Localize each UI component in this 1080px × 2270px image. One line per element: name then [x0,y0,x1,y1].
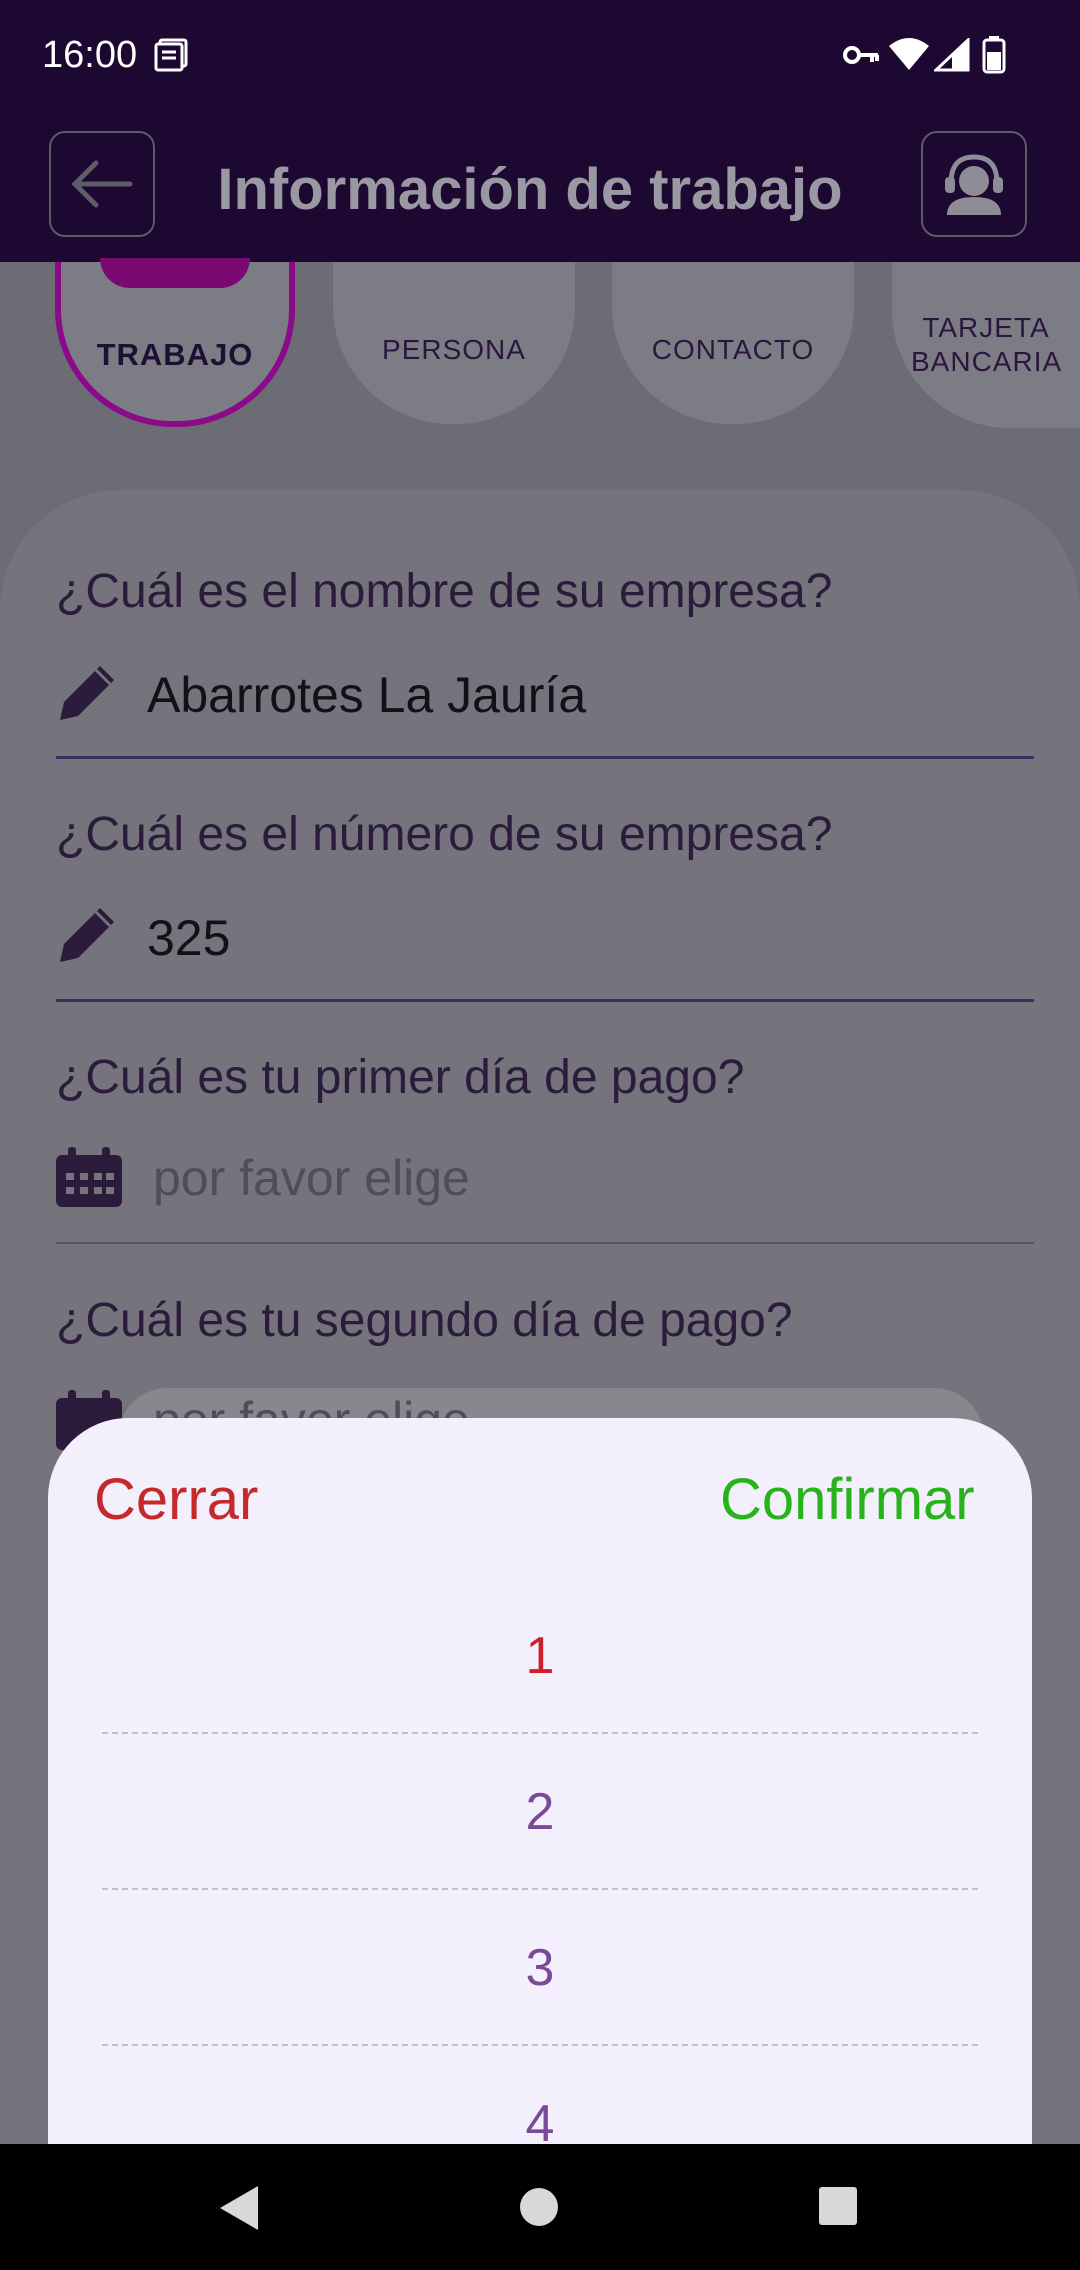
divider [56,756,1034,759]
nav-back-icon[interactable] [216,2184,260,2232]
signal-icon [934,38,970,72]
step-label: TRABAJO [96,336,254,372]
battery-icon [982,36,1006,74]
support-button[interactable] [921,131,1027,237]
second-payday-label: ¿Cuál es tu segundo día de pago? [56,1294,793,1347]
status-time: 16:00 [42,34,138,76]
picker-option[interactable]: 3 [102,1928,978,2008]
divider [56,1242,1034,1244]
pencil-icon [60,666,114,720]
picker-separator [102,1732,978,1734]
picker-separator [102,1888,978,1890]
divider [56,999,1034,1002]
step-indicator-active [100,258,250,288]
step-label: PERSONA [382,334,526,365]
wifi-icon [889,38,929,70]
calendar-icon [56,1147,122,1207]
company-name-label: ¿Cuál es el nombre de su empresa? [56,565,833,618]
picker-separator [102,2044,978,2046]
company-number-field[interactable]: 325 [147,908,230,968]
picker-option[interactable]: 1 [102,1616,978,1696]
back-button[interactable] [49,131,155,237]
nav-home-icon[interactable] [518,2186,560,2228]
first-payday-field[interactable]: por favor elige [153,1148,470,1208]
first-payday-label: ¿Cuál es tu primer día de pago? [56,1051,745,1104]
confirm-button[interactable]: Confirmar [720,1465,975,1535]
second-payday-field[interactable]: por favor elige [153,1390,470,1418]
picker-option[interactable]: 2 [102,1772,978,1852]
pencil-icon [60,908,114,962]
close-button[interactable]: Cerrar [94,1465,258,1535]
headset-agent-icon [945,154,1003,215]
step-label: TARJETA BANCARIA [911,312,1063,377]
picker-option[interactable]: 4 [102,2084,978,2144]
step-label: CONTACTO [651,334,815,365]
company-name-field[interactable]: Abarrotes La Jauría [147,665,586,725]
company-number-label: ¿Cuál es el número de su empresa? [56,808,833,861]
arrow-left-icon [71,160,133,208]
page-title: Información de trabajo [217,157,843,222]
notification-icon [154,38,188,72]
nav-recents-icon[interactable] [818,2186,858,2226]
vpn-key-icon [843,46,879,64]
